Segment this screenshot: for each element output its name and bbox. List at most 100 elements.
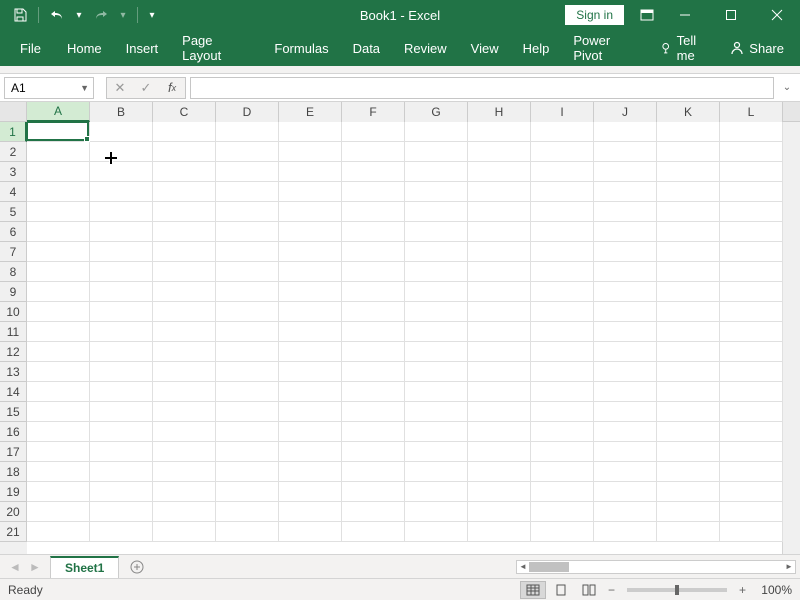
cell[interactable] xyxy=(720,382,783,402)
sheet-tab-sheet1[interactable]: Sheet1 xyxy=(50,556,119,578)
row-head-17[interactable]: 17 xyxy=(0,442,27,462)
cell[interactable] xyxy=(216,142,279,162)
cell[interactable] xyxy=(531,162,594,182)
cell[interactable] xyxy=(90,442,153,462)
collapsed-ribbon[interactable] xyxy=(0,66,800,74)
cell[interactable] xyxy=(405,122,468,142)
cell[interactable] xyxy=(657,342,720,362)
cell[interactable] xyxy=(27,302,90,322)
insert-function-button[interactable]: fx xyxy=(159,78,185,98)
cell[interactable] xyxy=(216,362,279,382)
cell[interactable] xyxy=(720,222,783,242)
cell[interactable] xyxy=(90,322,153,342)
cell[interactable] xyxy=(531,362,594,382)
maximize-button[interactable] xyxy=(708,0,754,30)
cell[interactable] xyxy=(468,122,531,142)
cell[interactable] xyxy=(405,322,468,342)
cell[interactable] xyxy=(342,382,405,402)
cell[interactable] xyxy=(720,142,783,162)
cell[interactable] xyxy=(468,142,531,162)
tab-formulas[interactable]: Formulas xyxy=(262,30,340,66)
cell[interactable] xyxy=(657,242,720,262)
expand-formula-bar-button[interactable]: ⌄ xyxy=(778,82,796,93)
cell[interactable] xyxy=(279,422,342,442)
cell[interactable] xyxy=(279,202,342,222)
cell[interactable] xyxy=(153,142,216,162)
cell[interactable] xyxy=(531,302,594,322)
cell[interactable] xyxy=(657,262,720,282)
col-head-a[interactable]: A xyxy=(27,102,90,122)
cell[interactable] xyxy=(279,442,342,462)
cell[interactable] xyxy=(720,462,783,482)
cell[interactable] xyxy=(27,182,90,202)
cell[interactable] xyxy=(405,382,468,402)
cell[interactable] xyxy=(27,382,90,402)
row-head-5[interactable]: 5 xyxy=(0,202,27,222)
cell[interactable] xyxy=(720,442,783,462)
tab-file[interactable]: File xyxy=(6,30,55,66)
cell[interactable] xyxy=(279,142,342,162)
cell[interactable] xyxy=(657,222,720,242)
cell[interactable] xyxy=(90,222,153,242)
cell[interactable] xyxy=(720,342,783,362)
cell[interactable] xyxy=(657,302,720,322)
cell[interactable] xyxy=(531,482,594,502)
cell[interactable] xyxy=(720,402,783,422)
cell[interactable] xyxy=(720,362,783,382)
cell[interactable] xyxy=(153,122,216,142)
cell[interactable] xyxy=(90,482,153,502)
cell[interactable] xyxy=(153,202,216,222)
select-all-corner[interactable] xyxy=(0,102,27,122)
name-box[interactable]: A1 ▼ xyxy=(4,77,94,99)
cell[interactable] xyxy=(27,262,90,282)
cell[interactable] xyxy=(531,282,594,302)
sign-in-button[interactable]: Sign in xyxy=(565,5,624,25)
cell[interactable] xyxy=(720,422,783,442)
cell[interactable] xyxy=(657,462,720,482)
cell[interactable] xyxy=(279,462,342,482)
cell[interactable] xyxy=(216,302,279,322)
tab-view[interactable]: View xyxy=(459,30,511,66)
cell[interactable] xyxy=(216,482,279,502)
cell[interactable] xyxy=(27,222,90,242)
cell[interactable] xyxy=(342,122,405,142)
tell-me-button[interactable]: Tell me xyxy=(650,30,720,66)
cell[interactable] xyxy=(657,122,720,142)
cell[interactable] xyxy=(153,442,216,462)
row-head-8[interactable]: 8 xyxy=(0,262,27,282)
cell[interactable] xyxy=(90,382,153,402)
tab-power-pivot[interactable]: Power Pivot xyxy=(561,30,650,66)
tab-insert[interactable]: Insert xyxy=(114,30,171,66)
cell[interactable] xyxy=(216,382,279,402)
cell[interactable] xyxy=(720,242,783,262)
cell[interactable] xyxy=(216,182,279,202)
cell[interactable] xyxy=(468,222,531,242)
cell[interactable] xyxy=(153,222,216,242)
cell[interactable] xyxy=(720,522,783,542)
cell[interactable] xyxy=(657,182,720,202)
cell[interactable] xyxy=(531,202,594,222)
cell[interactable] xyxy=(279,282,342,302)
zoom-in-button[interactable]: + xyxy=(735,583,750,597)
cell[interactable] xyxy=(594,482,657,502)
cell[interactable] xyxy=(90,122,153,142)
cell[interactable] xyxy=(720,202,783,222)
cell[interactable] xyxy=(594,382,657,402)
cell[interactable] xyxy=(594,262,657,282)
cell[interactable] xyxy=(531,242,594,262)
cell[interactable] xyxy=(405,162,468,182)
cell[interactable] xyxy=(342,442,405,462)
cell[interactable] xyxy=(90,182,153,202)
cell[interactable] xyxy=(342,242,405,262)
cell[interactable] xyxy=(594,142,657,162)
cell[interactable] xyxy=(153,502,216,522)
cell[interactable] xyxy=(594,242,657,262)
horizontal-scrollbar[interactable]: ◄ ► xyxy=(516,560,796,574)
formula-input[interactable] xyxy=(190,77,774,99)
cell[interactable] xyxy=(90,502,153,522)
cell[interactable] xyxy=(279,402,342,422)
share-button[interactable]: Share xyxy=(720,30,794,66)
cell[interactable] xyxy=(720,122,783,142)
row-head-4[interactable]: 4 xyxy=(0,182,27,202)
cells[interactable] xyxy=(27,122,782,554)
